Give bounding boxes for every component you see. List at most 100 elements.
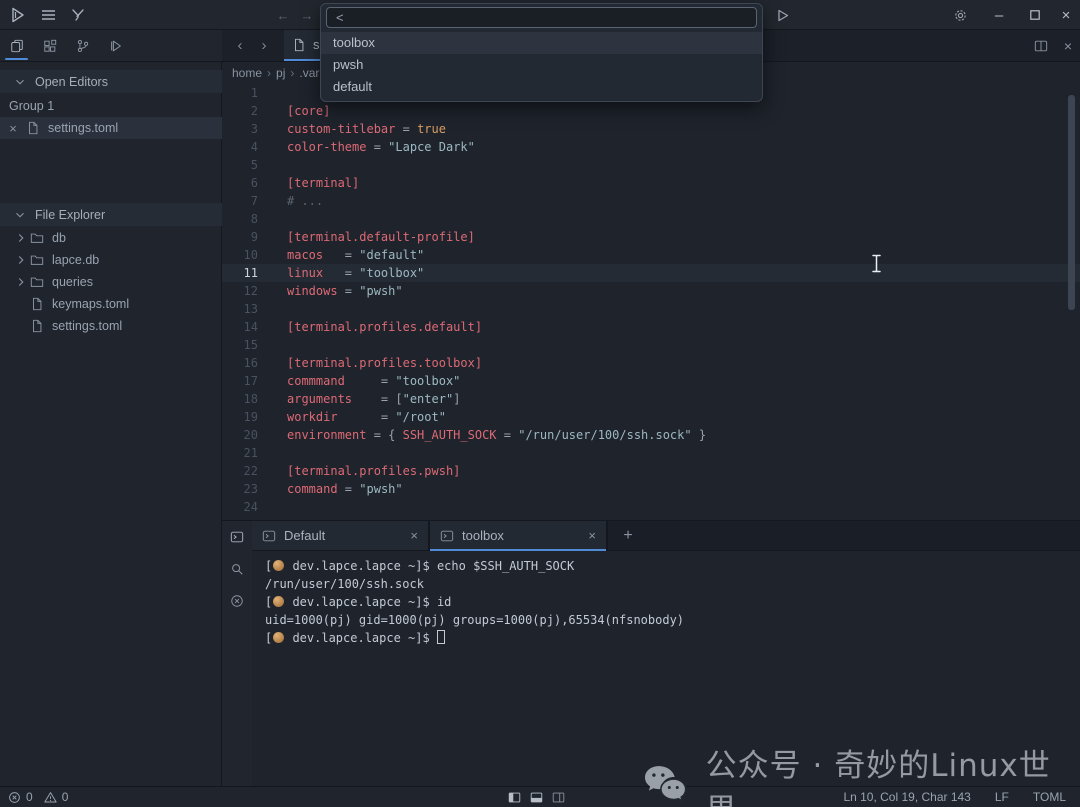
code-text	[258, 444, 287, 462]
code-line-9[interactable]: 9[terminal.default-profile]	[222, 228, 1080, 246]
code-line-14[interactable]: 14[terminal.profiles.default]	[222, 318, 1080, 336]
folder-icon	[30, 253, 44, 267]
search-panel-icon[interactable]	[230, 562, 244, 576]
code-line-19[interactable]: 19workdir = "/root"	[222, 408, 1080, 426]
line-number: 14	[222, 318, 258, 336]
tab-nav-forward-icon[interactable]: ›	[252, 30, 276, 61]
code-line-16[interactable]: 16[terminal.profiles.toolbox]	[222, 354, 1080, 372]
file-explorer-header[interactable]: File Explorer	[0, 203, 222, 226]
nav-back-icon[interactable]: ←	[272, 0, 294, 30]
code-line-12[interactable]: 12windows = "pwsh"	[222, 282, 1080, 300]
code-line-3[interactable]: 3custom-titlebar = true	[222, 120, 1080, 138]
tab-nav-back-icon[interactable]: ‹	[228, 30, 252, 61]
code-line-8[interactable]: 8	[222, 210, 1080, 228]
code-text: # ...	[258, 192, 323, 210]
explorer-item-keymaps.toml[interactable]: keymaps.toml	[0, 293, 222, 315]
open-editors-header[interactable]: Open Editors	[0, 70, 222, 93]
toggle-right-panel-icon[interactable]	[552, 791, 565, 804]
remote-connection-icon[interactable]	[64, 0, 92, 30]
code-line-17[interactable]: 17commmand = "toolbox"	[222, 372, 1080, 390]
code-line-20[interactable]: 20environment = { SSH_AUTH_SOCK = "/run/…	[222, 426, 1080, 444]
explorer-item-queries[interactable]: queries	[0, 271, 222, 293]
terminal-tab-close-icon[interactable]: ×	[588, 528, 596, 543]
palette-item-pwsh[interactable]: pwsh	[321, 54, 762, 76]
breadcrumb-separator: ›	[267, 66, 271, 80]
terminal-icon	[440, 529, 454, 543]
terminal-line-1: [ dev.lapce.lapce ~]$ echo $SSH_AUTH_SOC…	[265, 557, 1080, 575]
run-icon[interactable]	[770, 0, 796, 30]
code-line-24[interactable]: 24	[222, 498, 1080, 516]
maximize-button[interactable]	[1019, 0, 1051, 30]
folder-icon	[30, 231, 44, 245]
code-line-2[interactable]: 2[core]	[222, 102, 1080, 120]
activity-tab-source-control[interactable]	[66, 30, 99, 61]
toolbox-prompt-icon	[273, 560, 284, 571]
code-text	[258, 336, 287, 354]
problems-panel-icon[interactable]	[230, 594, 244, 608]
settings-gear-icon[interactable]	[946, 0, 974, 30]
line-number: 22	[222, 462, 258, 480]
problem-counts[interactable]: 0 0	[8, 790, 68, 804]
line-number: 8	[222, 210, 258, 228]
activity-tab-explorer[interactable]	[0, 30, 33, 61]
terminal-panel-icon[interactable]	[230, 530, 244, 544]
toggle-left-panel-icon[interactable]	[508, 791, 521, 804]
new-terminal-button[interactable]: +	[608, 521, 648, 550]
breadcrumb-item-home[interactable]: home	[232, 66, 262, 80]
palette-input[interactable]: <	[326, 7, 757, 28]
lapce-logo-icon[interactable]	[4, 0, 32, 30]
line-number: 16	[222, 354, 258, 372]
command-palette: < toolboxpwshdefault	[320, 3, 763, 102]
file-icon	[30, 319, 44, 333]
code-line-5[interactable]: 5	[222, 156, 1080, 174]
breadcrumb-item-.var[interactable]: .var	[299, 66, 319, 80]
explorer-item-settings.toml[interactable]: settings.toml	[0, 315, 222, 337]
code-line-4[interactable]: 4color-theme = "Lapce Dark"	[222, 138, 1080, 156]
close-button[interactable]: ×	[1052, 0, 1080, 30]
file-icon	[292, 38, 306, 52]
terminal-tab-close-icon[interactable]: ×	[410, 528, 418, 543]
code-text: linux = "toolbox"	[258, 264, 424, 282]
code-line-6[interactable]: 6[terminal]	[222, 174, 1080, 192]
lapce-window: ← → – × Open Editors G	[0, 0, 1080, 807]
code-line-18[interactable]: 18arguments = ["enter"]	[222, 390, 1080, 408]
split-editor-icon[interactable]	[1034, 39, 1048, 53]
editor-scrollbar[interactable]	[1068, 95, 1075, 310]
breadcrumb-item-pj[interactable]: pj	[276, 66, 285, 80]
activity-tab-plugins[interactable]	[33, 30, 66, 61]
open-editor-settings.toml[interactable]: ×settings.toml	[0, 117, 222, 139]
terminal-tab-Default[interactable]: Default×	[252, 521, 430, 550]
terminal-tab-toolbox[interactable]: toolbox×	[430, 521, 608, 550]
code-line-10[interactable]: 10macos = "default"	[222, 246, 1080, 264]
breadcrumb-separator: ›	[290, 66, 294, 80]
panel-icon-strip	[222, 520, 252, 786]
toggle-bottom-panel-icon[interactable]	[530, 791, 543, 804]
terminal-line-3: [ dev.lapce.lapce ~]$ id	[265, 593, 1080, 611]
line-number: 21	[222, 444, 258, 462]
code-text	[258, 498, 287, 516]
line-number: 4	[222, 138, 258, 156]
code-editor[interactable]: 12[core]3custom-titlebar = true4color-th…	[222, 84, 1080, 520]
debug-run-icon	[109, 39, 123, 53]
watermark: 公众号 · 奇妙的Linux世界	[643, 740, 1080, 807]
code-line-13[interactable]: 13	[222, 300, 1080, 318]
code-line-23[interactable]: 23command = "pwsh"	[222, 480, 1080, 498]
nav-forward-icon[interactable]: →	[296, 0, 318, 30]
minimize-button[interactable]: –	[983, 0, 1015, 30]
explorer-item-db[interactable]: db	[0, 227, 222, 249]
code-text: [terminal.default-profile]	[258, 228, 475, 246]
code-line-21[interactable]: 21	[222, 444, 1080, 462]
code-line-15[interactable]: 15	[222, 336, 1080, 354]
explorer-item-lapce.db[interactable]: lapce.db	[0, 249, 222, 271]
code-line-22[interactable]: 22[terminal.profiles.pwsh]	[222, 462, 1080, 480]
palette-item-toolbox[interactable]: toolbox	[321, 32, 762, 54]
close-panel-icon[interactable]: ×	[1064, 38, 1072, 54]
code-line-11[interactable]: 11linux = "toolbox"	[222, 264, 1080, 282]
palette-item-default[interactable]: default	[321, 76, 762, 98]
chevron-down-icon	[13, 75, 27, 89]
close-file-icon[interactable]: ×	[0, 121, 26, 136]
activity-tab-debug[interactable]	[99, 30, 132, 61]
terminal-line-2: /run/user/100/ssh.sock	[265, 575, 1080, 593]
menu-icon[interactable]	[34, 0, 62, 30]
code-line-7[interactable]: 7# ...	[222, 192, 1080, 210]
